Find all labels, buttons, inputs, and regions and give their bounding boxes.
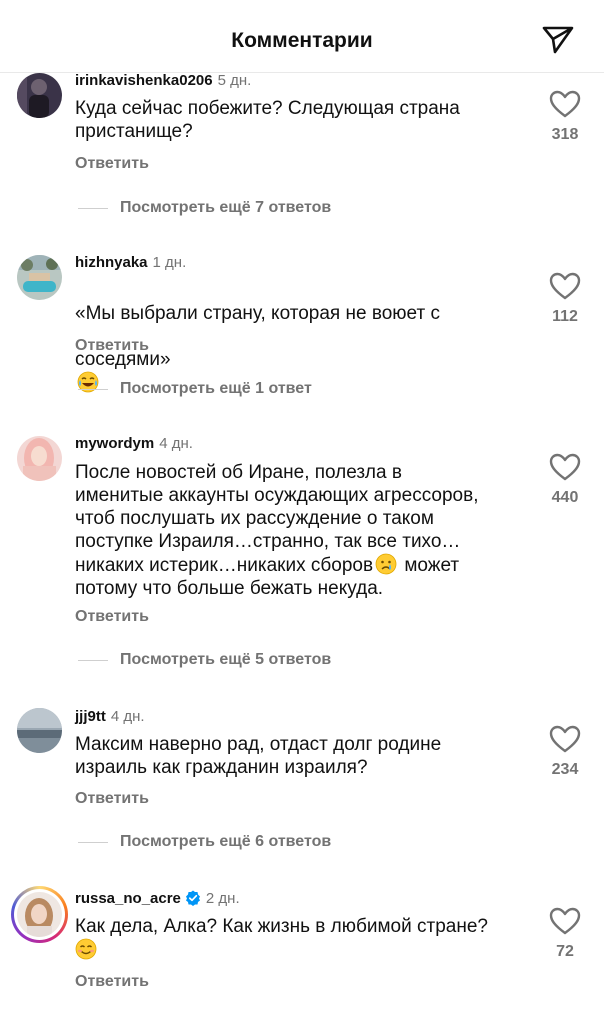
comment-text: Куда сейчас побежите? Следующая страна п… <box>75 98 460 142</box>
avatar-image <box>17 892 62 937</box>
story-ring-inner <box>14 889 65 940</box>
divider-line <box>78 659 108 661</box>
heart-icon <box>549 90 581 118</box>
heart-icon <box>549 725 581 753</box>
comment-text-part: Как дела, Алка? Как жизнь в любимой стра… <box>75 916 488 937</box>
username[interactable]: irinkavishenka0206 <box>75 72 213 89</box>
divider-line <box>78 841 108 843</box>
avatar-image <box>17 708 62 753</box>
comment-meta: hizhnyaka 1 дн. <box>75 254 186 272</box>
view-more-label: Посмотреть ещё 6 ответов <box>120 833 332 850</box>
like-count: 234 <box>551 761 579 778</box>
divider-line <box>78 207 108 209</box>
like-count: 112 <box>552 308 578 325</box>
reply-button[interactable]: Ответить <box>75 973 149 991</box>
view-more-label: Посмотреть ещё 5 ответов <box>120 651 332 668</box>
like-count: 72 <box>556 943 574 960</box>
comment-meta: irinkavishenka0206 5 дн. <box>75 72 251 90</box>
comment-meta: mywordym 4 дн. <box>75 435 193 453</box>
like-button[interactable] <box>549 89 581 119</box>
paper-plane-icon <box>542 26 574 54</box>
view-more-replies[interactable]: Посмотреть ещё 7 ответов <box>78 198 331 218</box>
avatar[interactable] <box>17 255 62 300</box>
reply-button[interactable]: Ответить <box>75 155 149 173</box>
timestamp: 1 дн. <box>152 254 187 271</box>
comment-text: После новостей об Иране, полезла в имени… <box>75 461 545 600</box>
view-more-label: Посмотреть ещё 1 ответ <box>120 380 312 397</box>
view-more-replies[interactable]: Посмотреть ещё 1 ответ <box>78 379 312 399</box>
like-button[interactable] <box>549 906 581 936</box>
view-more-label: Посмотреть ещё 7 ответов <box>120 199 332 216</box>
comment-text: Как дела, Алка? Как жизнь в любимой стра… <box>75 915 545 962</box>
comments-header: Комментарии <box>0 0 604 73</box>
username[interactable]: jjj9tt <box>75 708 106 725</box>
timestamp: 2 дн. <box>205 890 240 907</box>
comment-meta: jjj9tt 4 дн. <box>75 708 145 726</box>
reply-button[interactable]: Ответить <box>75 790 149 808</box>
comment-text: Максим наверно рад, отдаст долг родине и… <box>75 734 442 778</box>
timestamp: 5 дн. <box>217 72 252 89</box>
username[interactable]: russa_no_acre <box>75 890 181 907</box>
page-title: Комментарии <box>231 29 373 52</box>
avatar-image <box>17 255 62 300</box>
like-button[interactable] <box>549 271 581 301</box>
reply-button[interactable]: Ответить <box>75 608 149 626</box>
like-button[interactable] <box>549 452 581 482</box>
like-button[interactable] <box>549 724 581 754</box>
timestamp: 4 дн. <box>110 708 145 725</box>
avatar[interactable] <box>17 708 62 753</box>
like-count: 440 <box>551 489 579 506</box>
comment-meta: russa_no_acre 2 дн. <box>75 890 240 908</box>
heart-icon <box>549 453 581 481</box>
divider-line <box>78 388 108 390</box>
view-more-replies[interactable]: Посмотреть ещё 5 ответов <box>78 650 331 670</box>
smiling-face-emoji <box>75 938 97 960</box>
avatar[interactable] <box>17 436 62 481</box>
crying-face-emoji <box>375 553 397 575</box>
avatar <box>17 892 62 937</box>
username[interactable]: hizhnyaka <box>75 254 148 271</box>
verified-badge-icon <box>185 890 200 906</box>
view-more-replies[interactable]: Посмотреть ещё 6 ответов <box>78 832 331 852</box>
story-ring[interactable] <box>11 886 68 943</box>
reply-button[interactable]: Ответить <box>75 337 149 355</box>
avatar-image <box>17 436 62 481</box>
heart-icon <box>549 272 581 300</box>
timestamp: 4 дн. <box>159 435 193 452</box>
avatar[interactable] <box>17 73 62 118</box>
share-button[interactable] <box>541 24 575 56</box>
like-count: 318 <box>551 126 579 143</box>
avatar-image <box>17 73 62 118</box>
comment-text-line: «Мы выбрали страну, которая не воюет с <box>75 303 440 324</box>
username[interactable]: mywordym <box>75 435 154 452</box>
heart-icon <box>549 907 581 935</box>
